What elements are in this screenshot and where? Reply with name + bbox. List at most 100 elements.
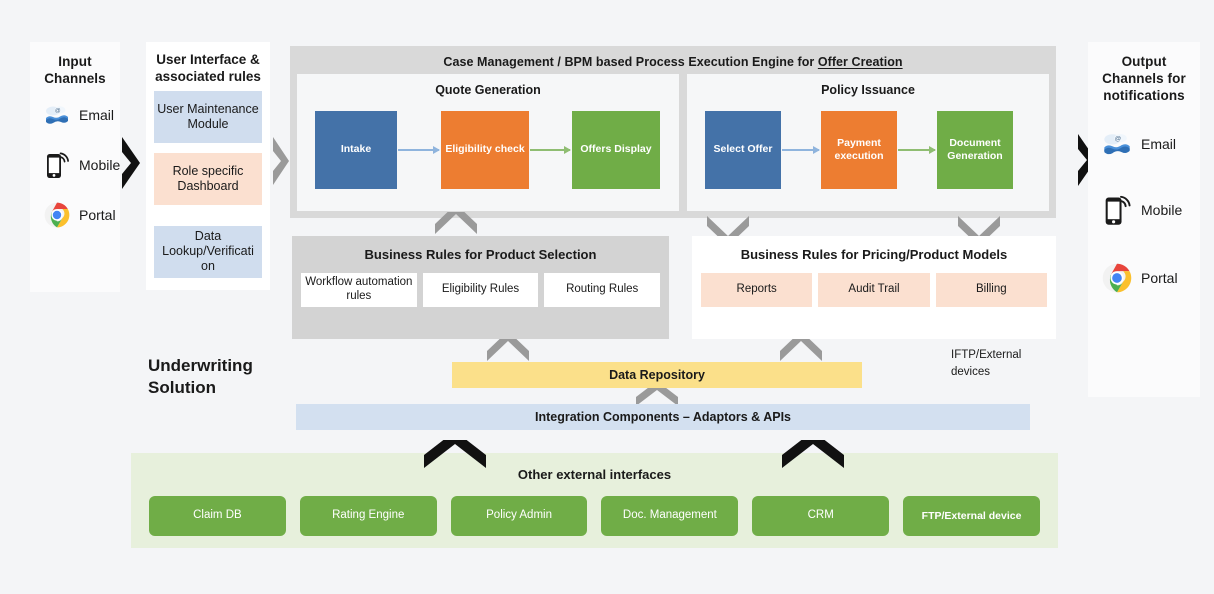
flow-chevron-up-pricing-rules-to-repository bbox=[780, 339, 822, 361]
external-interface-doc-management-label: Doc. Management bbox=[622, 509, 717, 522]
rule-chip-billing[interactable]: Billing bbox=[935, 273, 1047, 307]
external-interface-ftp-device[interactable]: FTP/External device bbox=[903, 496, 1040, 536]
chrome-browser-icon bbox=[1102, 263, 1132, 292]
output-channel-portal[interactable]: Portal bbox=[1088, 263, 1200, 293]
input-channel-mobile-label: Mobile bbox=[79, 156, 121, 173]
input-channel-portal-label: Portal bbox=[79, 206, 116, 223]
output-channel-mobile-label: Mobile bbox=[1141, 201, 1183, 218]
step-offers-display[interactable]: Offers Display bbox=[572, 111, 660, 189]
output-channels-panel: Output Channels for notifications @ Emai… bbox=[1088, 42, 1200, 397]
step-payment-execution[interactable]: Payment execution bbox=[821, 111, 897, 189]
input-channel-mobile[interactable]: Mobile bbox=[30, 150, 120, 180]
business-rules-pricing-chips: Reports Audit Trail Billing bbox=[692, 262, 1056, 307]
email-icon: @ bbox=[46, 106, 68, 124]
business-rules-product-selection-panel: Business Rules for Product Selection Wor… bbox=[292, 236, 669, 339]
flow-chevron-ui-to-engine bbox=[273, 137, 289, 185]
external-interface-rating-engine[interactable]: Rating Engine bbox=[299, 496, 437, 536]
flow-chevron-down-to-pricing-rules-left bbox=[707, 216, 749, 238]
data-repository-bar[interactable]: Data Repository bbox=[452, 362, 862, 388]
output-channel-email-label: Email bbox=[1141, 135, 1177, 152]
external-interface-claim-db[interactable]: Claim DB bbox=[149, 496, 286, 536]
business-rules-pricing-panel: Business Rules for Pricing/Product Model… bbox=[692, 236, 1056, 339]
data-repository-label: Data Repository bbox=[609, 368, 705, 382]
rule-chip-routing-rules[interactable]: Routing Rules bbox=[544, 273, 661, 307]
step-offers-display-label: Offers Display bbox=[580, 143, 652, 156]
integration-components-bar[interactable]: Integration Components – Adaptors & APIs bbox=[296, 404, 1030, 430]
external-interface-ftp-device-label: FTP/External device bbox=[921, 509, 1022, 522]
engine-title-underlined: Offer Creation bbox=[817, 55, 903, 69]
output-channel-email[interactable]: @ Email bbox=[1088, 131, 1200, 157]
connector-payment-to-document bbox=[898, 146, 936, 154]
svg-text:@: @ bbox=[55, 108, 61, 114]
external-interfaces-panel: Other external interfaces Claim DB Ratin… bbox=[131, 453, 1058, 548]
user-interface-title: User Interface & associated rules bbox=[155, 52, 261, 85]
input-channel-portal[interactable]: Portal bbox=[30, 202, 120, 228]
connector-select-to-payment bbox=[782, 146, 820, 154]
engine-title-prefix: Case Management / BPM based Process Exec… bbox=[443, 55, 818, 69]
input-channel-email-label: Email bbox=[79, 106, 115, 123]
input-channels-title: Input Channels bbox=[44, 54, 106, 86]
subprocess-policy-issuance: Policy Issuance Select Offer Payment exe… bbox=[687, 74, 1049, 211]
step-payment-execution-label: Payment execution bbox=[834, 136, 884, 162]
ui-module-data-lookup-label: Data Lookup/Verificati on bbox=[162, 229, 254, 274]
engine-title: Case Management / BPM based Process Exec… bbox=[290, 46, 1056, 69]
step-document-generation[interactable]: Document Generation bbox=[937, 111, 1013, 189]
external-interface-policy-admin[interactable]: Policy Admin bbox=[450, 496, 588, 536]
output-channel-portal-label: Portal bbox=[1141, 269, 1178, 286]
rule-chip-workflow-automation[interactable]: Workflow automation rules bbox=[301, 273, 417, 307]
underwriting-solution-title: Underwriting Solution bbox=[148, 356, 253, 398]
step-document-generation-label: Document Generation bbox=[947, 136, 1003, 162]
flow-chevron-input-to-ui bbox=[122, 137, 140, 189]
output-channels-title: Output Channels for notifications bbox=[1102, 54, 1186, 103]
external-interface-claim-db-label: Claim DB bbox=[193, 509, 242, 522]
ui-module-data-lookup[interactable]: Data Lookup/Verificati on bbox=[154, 225, 262, 278]
user-interface-panel: User Interface & associated rules User M… bbox=[146, 42, 270, 290]
business-rules-product-selection-chips: Workflow automation rules Eligibility Ru… bbox=[292, 262, 669, 307]
process-execution-engine-panel: Case Management / BPM based Process Exec… bbox=[290, 46, 1056, 218]
ui-module-user-maintenance[interactable]: User Maintenance Module bbox=[154, 90, 262, 143]
rule-chip-reports[interactable]: Reports bbox=[701, 273, 813, 307]
rule-chip-workflow-automation-label: Workflow automation rules bbox=[305, 276, 413, 302]
integration-components-label: Integration Components – Adaptors & APIs bbox=[534, 410, 792, 424]
connector-eligibility-to-offers bbox=[530, 146, 571, 154]
rule-chip-routing-rules-label: Routing Rules bbox=[566, 283, 639, 296]
rule-chip-billing-label: Billing bbox=[975, 283, 1007, 296]
external-interface-rating-engine-label: Rating Engine bbox=[332, 509, 405, 522]
subprocess-quote-generation-title: Quote Generation bbox=[435, 83, 541, 97]
external-interfaces-row: Claim DB Rating Engine Policy Admin Doc.… bbox=[131, 482, 1058, 536]
external-interface-crm[interactable]: CRM bbox=[752, 496, 890, 536]
flow-chevron-down-to-pricing-rules-right bbox=[958, 216, 1000, 238]
flow-chevron-up-product-rules-to-repository bbox=[487, 339, 529, 361]
rule-chip-eligibility-rules-label: Eligibility Rules bbox=[441, 283, 520, 296]
external-interface-crm-label: CRM bbox=[807, 509, 834, 522]
step-eligibility-check-label: Eligibility check bbox=[445, 143, 525, 156]
input-channel-email[interactable]: @ Email bbox=[30, 104, 120, 126]
rule-chip-reports-label: Reports bbox=[736, 283, 777, 296]
svg-text:@: @ bbox=[1115, 135, 1121, 142]
business-rules-product-selection-title: Business Rules for Product Selection bbox=[364, 247, 597, 262]
iftp-external-devices-note: IFTP/External devices bbox=[951, 349, 1022, 378]
subprocess-quote-generation: Quote Generation Intake Eligibility chec… bbox=[297, 74, 679, 211]
chrome-browser-icon bbox=[44, 202, 70, 228]
step-select-offer-label: Select Offer bbox=[713, 143, 773, 156]
step-intake[interactable]: Intake bbox=[315, 111, 397, 189]
ui-module-role-dashboard[interactable]: Role specific Dashboard bbox=[154, 152, 262, 205]
flow-chevron-external-right bbox=[782, 440, 844, 468]
output-channel-mobile[interactable]: Mobile bbox=[1088, 193, 1200, 227]
architecture-diagram: Input Channels @ Email Mobile Portal Use… bbox=[0, 0, 1214, 594]
rule-chip-audit-trail-label: Audit Trail bbox=[848, 283, 900, 296]
flow-chevron-external-left bbox=[424, 440, 486, 468]
step-intake-label: Intake bbox=[340, 143, 372, 156]
ui-module-user-maintenance-label: User Maintenance Module bbox=[157, 101, 259, 131]
rule-chip-audit-trail[interactable]: Audit Trail bbox=[818, 273, 930, 307]
mobile-phone-icon bbox=[1105, 195, 1131, 225]
step-select-offer[interactable]: Select Offer bbox=[705, 111, 781, 189]
business-rules-pricing-title: Business Rules for Pricing/Product Model… bbox=[740, 247, 1008, 262]
email-icon: @ bbox=[1104, 133, 1130, 154]
step-eligibility-check[interactable]: Eligibility check bbox=[441, 111, 529, 189]
external-interface-doc-management[interactable]: Doc. Management bbox=[601, 496, 739, 536]
connector-intake-to-eligibility bbox=[398, 146, 440, 154]
rule-chip-eligibility-rules[interactable]: Eligibility Rules bbox=[422, 273, 539, 307]
mobile-phone-icon bbox=[47, 152, 69, 178]
input-channels-panel: Input Channels @ Email Mobile Portal bbox=[30, 42, 120, 292]
